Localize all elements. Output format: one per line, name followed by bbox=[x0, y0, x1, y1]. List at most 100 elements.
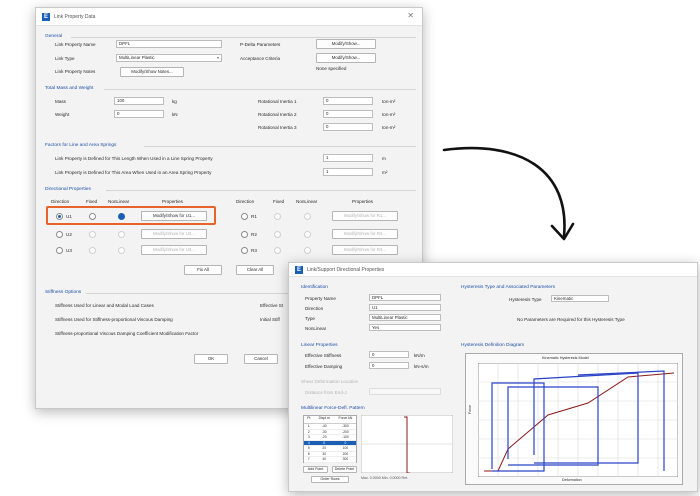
u2-nonlinear-checkbox[interactable] bbox=[118, 231, 125, 238]
r1-direction-checkbox[interactable] bbox=[241, 213, 248, 220]
cell-pt[interactable]: 1 bbox=[304, 424, 314, 429]
cancel-button[interactable]: Cancel bbox=[244, 354, 278, 364]
rotational-inertia-1-input[interactable]: 0 bbox=[323, 97, 373, 105]
cell-force[interactable]: 0 bbox=[335, 441, 356, 446]
stiffness-option-2-label: Stiffness Used for Stiffness-proportiona… bbox=[55, 317, 173, 322]
cell-displ[interactable]: 30 bbox=[314, 452, 335, 457]
x-axis-label: Deformation bbox=[562, 478, 582, 482]
cell-force[interactable]: 100 bbox=[335, 446, 356, 451]
direction-field: U1 bbox=[369, 304, 441, 311]
distance-from-end-input[interactable] bbox=[369, 388, 441, 395]
hysteresis-diagram-header: Hysteresis Definition Diagram bbox=[461, 343, 525, 348]
r3-fixed-checkbox[interactable] bbox=[274, 247, 281, 254]
nonlinear-label: NonLinear bbox=[305, 326, 327, 331]
y-axis-label: Force bbox=[468, 404, 472, 414]
effective-stiffness-unit: kN/m bbox=[414, 353, 425, 358]
cell-displ[interactable]: 20 bbox=[314, 446, 335, 451]
line-spring-input[interactable]: 1 bbox=[323, 154, 373, 162]
col-fixed-right: Fixed bbox=[273, 199, 285, 204]
effective-damping-input[interactable]: 0 bbox=[369, 362, 409, 369]
r2-direction-checkbox[interactable] bbox=[241, 231, 248, 238]
link-property-name-input[interactable]: DPFL bbox=[116, 40, 222, 48]
stiffness-option-1-value[interactable]: Effective St bbox=[260, 303, 283, 308]
cell-pt[interactable]: 5 bbox=[304, 446, 314, 451]
u2-fixed-checkbox[interactable] bbox=[89, 231, 96, 238]
cell-force[interactable]: -300 bbox=[335, 424, 356, 429]
cell-force[interactable]: -100 bbox=[335, 435, 356, 440]
add-point-button[interactable]: Add Point bbox=[303, 466, 328, 473]
modify-u2-button[interactable]: Modify/Show for U2... bbox=[141, 229, 207, 239]
cell-force[interactable]: 200 bbox=[335, 452, 356, 457]
area-spring-input[interactable]: 1 bbox=[323, 168, 373, 176]
pdelta-modify-button[interactable]: Modify/Show... bbox=[316, 39, 376, 49]
cell-displ[interactable]: -30 bbox=[314, 430, 335, 435]
u2-direction-checkbox[interactable] bbox=[56, 231, 63, 238]
mass-input[interactable]: 100 bbox=[114, 97, 164, 105]
hysteresis-type-label: Hysteresis Type bbox=[509, 297, 542, 302]
r1-nonlinear-checkbox[interactable] bbox=[304, 213, 311, 220]
col-displ: Displ m bbox=[318, 416, 330, 420]
col-nonlinear-right: NonLinear bbox=[296, 199, 318, 204]
transition-arrow bbox=[442, 146, 575, 241]
close-icon[interactable]: ✕ bbox=[407, 11, 414, 20]
divider bbox=[71, 37, 416, 38]
u3-fixed-checkbox[interactable] bbox=[89, 247, 96, 254]
cell-displ[interactable]: 0 bbox=[314, 441, 335, 446]
force-deformation-table[interactable]: Pt Displ m Force kN 1 -40 -300 2 -30 -200 3 -20… bbox=[303, 415, 357, 463]
hysteresis-type-select[interactable]: Kinematic bbox=[551, 295, 609, 302]
cell-displ[interactable]: -40 bbox=[314, 424, 335, 429]
cell-pt[interactable]: 7 bbox=[304, 457, 314, 462]
table-row[interactable]: 7 40 300 bbox=[304, 457, 356, 463]
delete-point-button[interactable]: Delete Point bbox=[332, 466, 357, 473]
cell-displ[interactable]: -20 bbox=[314, 435, 335, 440]
order-rows-button[interactable]: Order Rows bbox=[311, 476, 349, 483]
r3-nonlinear-checkbox[interactable] bbox=[304, 247, 311, 254]
u3-label: U3 bbox=[66, 248, 72, 253]
modify-notes-button[interactable]: Modify/Show Notes... bbox=[120, 67, 184, 77]
cell-force[interactable]: -200 bbox=[335, 430, 356, 435]
u3-nonlinear-checkbox[interactable] bbox=[118, 247, 125, 254]
u3-direction-checkbox[interactable] bbox=[56, 247, 63, 254]
col-direction-left: Direction bbox=[51, 199, 70, 204]
modify-r2-button[interactable]: Modify/Show for R2... bbox=[332, 229, 398, 239]
col-pt: Pt bbox=[307, 416, 311, 420]
ok-button[interactable]: OK bbox=[194, 354, 228, 364]
app-icon: E bbox=[42, 13, 50, 21]
chevron-down-icon: ▾ bbox=[216, 55, 219, 60]
stiffness-option-2-value[interactable]: Initial Stiff bbox=[260, 317, 280, 322]
dialog-title: Link Property Data bbox=[54, 14, 96, 20]
rotational-inertia-3-input[interactable]: 0 bbox=[323, 123, 373, 131]
cell-force[interactable]: 300 bbox=[335, 457, 356, 462]
area-spring-unit: m² bbox=[382, 170, 388, 175]
r3-direction-checkbox[interactable] bbox=[241, 247, 248, 254]
cell-pt[interactable]: 2 bbox=[304, 430, 314, 435]
area-spring-label: Link Property is Defined for This Area W… bbox=[55, 170, 212, 175]
effective-damping-unit: kN-s/m bbox=[414, 364, 429, 369]
rotational-inertia-2-input[interactable]: 0 bbox=[323, 110, 373, 118]
dialog-title: Link/Support Directional Properties bbox=[307, 267, 385, 273]
modify-r3-button[interactable]: Modify/Show for R3... bbox=[332, 245, 398, 255]
weight-unit: kN bbox=[172, 112, 178, 117]
r2-nonlinear-checkbox[interactable] bbox=[304, 231, 311, 238]
r2-fixed-checkbox[interactable] bbox=[274, 231, 281, 238]
cell-pt[interactable]: 6 bbox=[304, 452, 314, 457]
arrow-curve bbox=[442, 146, 566, 238]
effective-stiffness-input[interactable]: 0 bbox=[369, 351, 409, 358]
hysteresis-note: No Parameters are Required for this Hyst… bbox=[517, 317, 625, 322]
acceptance-modify-button[interactable]: Modify/Show... bbox=[316, 53, 376, 63]
cell-pt[interactable]: 3 bbox=[304, 435, 314, 440]
hysteresis-type-header: Hysteresis Type and Associated Parameter… bbox=[461, 285, 556, 290]
pdelta-label: P-Delta Parameters bbox=[240, 42, 281, 47]
line-spring-unit: m bbox=[382, 156, 386, 161]
link-type-select[interactable]: MultiLinear Plastic ▾ bbox=[116, 54, 222, 62]
modify-u3-button[interactable]: Modify/Show for U3... bbox=[141, 245, 207, 255]
cell-pt[interactable]: 4 bbox=[304, 441, 314, 446]
line-spring-label: Link Property is Defined for This Length… bbox=[55, 156, 213, 161]
clear-all-button[interactable]: Clear All bbox=[236, 265, 274, 275]
cell-displ[interactable]: 40 bbox=[314, 457, 335, 462]
r1-fixed-checkbox[interactable] bbox=[274, 213, 281, 220]
weight-input[interactable]: 0 bbox=[114, 110, 164, 118]
fix-all-button[interactable]: Fix All bbox=[184, 265, 222, 275]
rotational-inertia-1-unit: ton-m² bbox=[382, 99, 396, 104]
modify-r1-button[interactable]: Modify/Show for R1... bbox=[332, 211, 398, 221]
